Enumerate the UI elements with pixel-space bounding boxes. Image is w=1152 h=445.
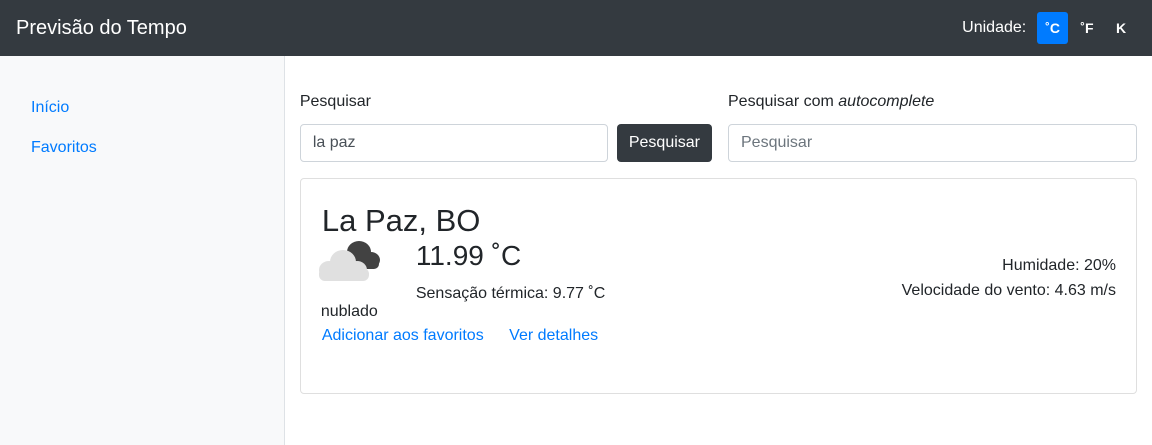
autocomplete-input[interactable] [728, 124, 1137, 162]
unit-kelvin-button[interactable]: K [1106, 12, 1136, 44]
autocomplete-label-prefix: Pesquisar com [728, 93, 839, 110]
sidebar-item-inicio[interactable]: Início [0, 96, 284, 136]
cloud-icon [313, 234, 389, 288]
sidebar: Início Favoritos [0, 56, 285, 445]
unit-selector: Unidade: ˚C ˚F K [962, 12, 1136, 44]
city-title: La Paz, BO [321, 203, 481, 238]
add-favorite-link[interactable]: Adicionar aos favoritos [322, 327, 484, 344]
feels-like: Sensação térmica: 9.77 ˚C [415, 285, 606, 302]
temperature: 11.99 ˚C [415, 240, 522, 271]
weather-stats: Humidade: 20% Velocidade do vento: 4.63 … [902, 253, 1116, 303]
app-title[interactable]: Previsão do Tempo [16, 17, 187, 40]
main-content: Pesquisar Pesquisar Pesquisar com autoco… [285, 56, 1152, 445]
condition-text: nublado [320, 303, 378, 320]
unit-fahrenheit-button[interactable]: ˚F [1072, 12, 1102, 44]
autocomplete-section: Pesquisar com autocomplete [728, 92, 1137, 162]
humidity: Humidade: 20% [1002, 257, 1116, 274]
sidebar-item-favoritos[interactable]: Favoritos [0, 136, 284, 176]
search-section: Pesquisar Pesquisar [299, 92, 712, 162]
details-link[interactable]: Ver detalhes [509, 327, 598, 344]
unit-celsius-button[interactable]: ˚C [1037, 12, 1068, 44]
search-button[interactable]: Pesquisar [616, 124, 712, 162]
weather-card: La Paz, BO nublado 11.99 ˚C Sensação tér… [299, 178, 1137, 394]
card-links: Adicionar aos favoritos Ver detalhes [322, 327, 619, 345]
navbar: Previsão do Tempo Unidade: ˚C ˚F K [0, 0, 1152, 56]
unit-label: Unidade: [962, 19, 1027, 36]
autocomplete-label: Pesquisar com autocomplete [728, 92, 1137, 112]
autocomplete-label-em: autocomplete [838, 93, 935, 110]
search-input[interactable] [299, 124, 608, 162]
wind-speed: Velocidade do vento: 4.63 m/s [901, 282, 1116, 299]
search-label: Pesquisar [299, 93, 371, 110]
